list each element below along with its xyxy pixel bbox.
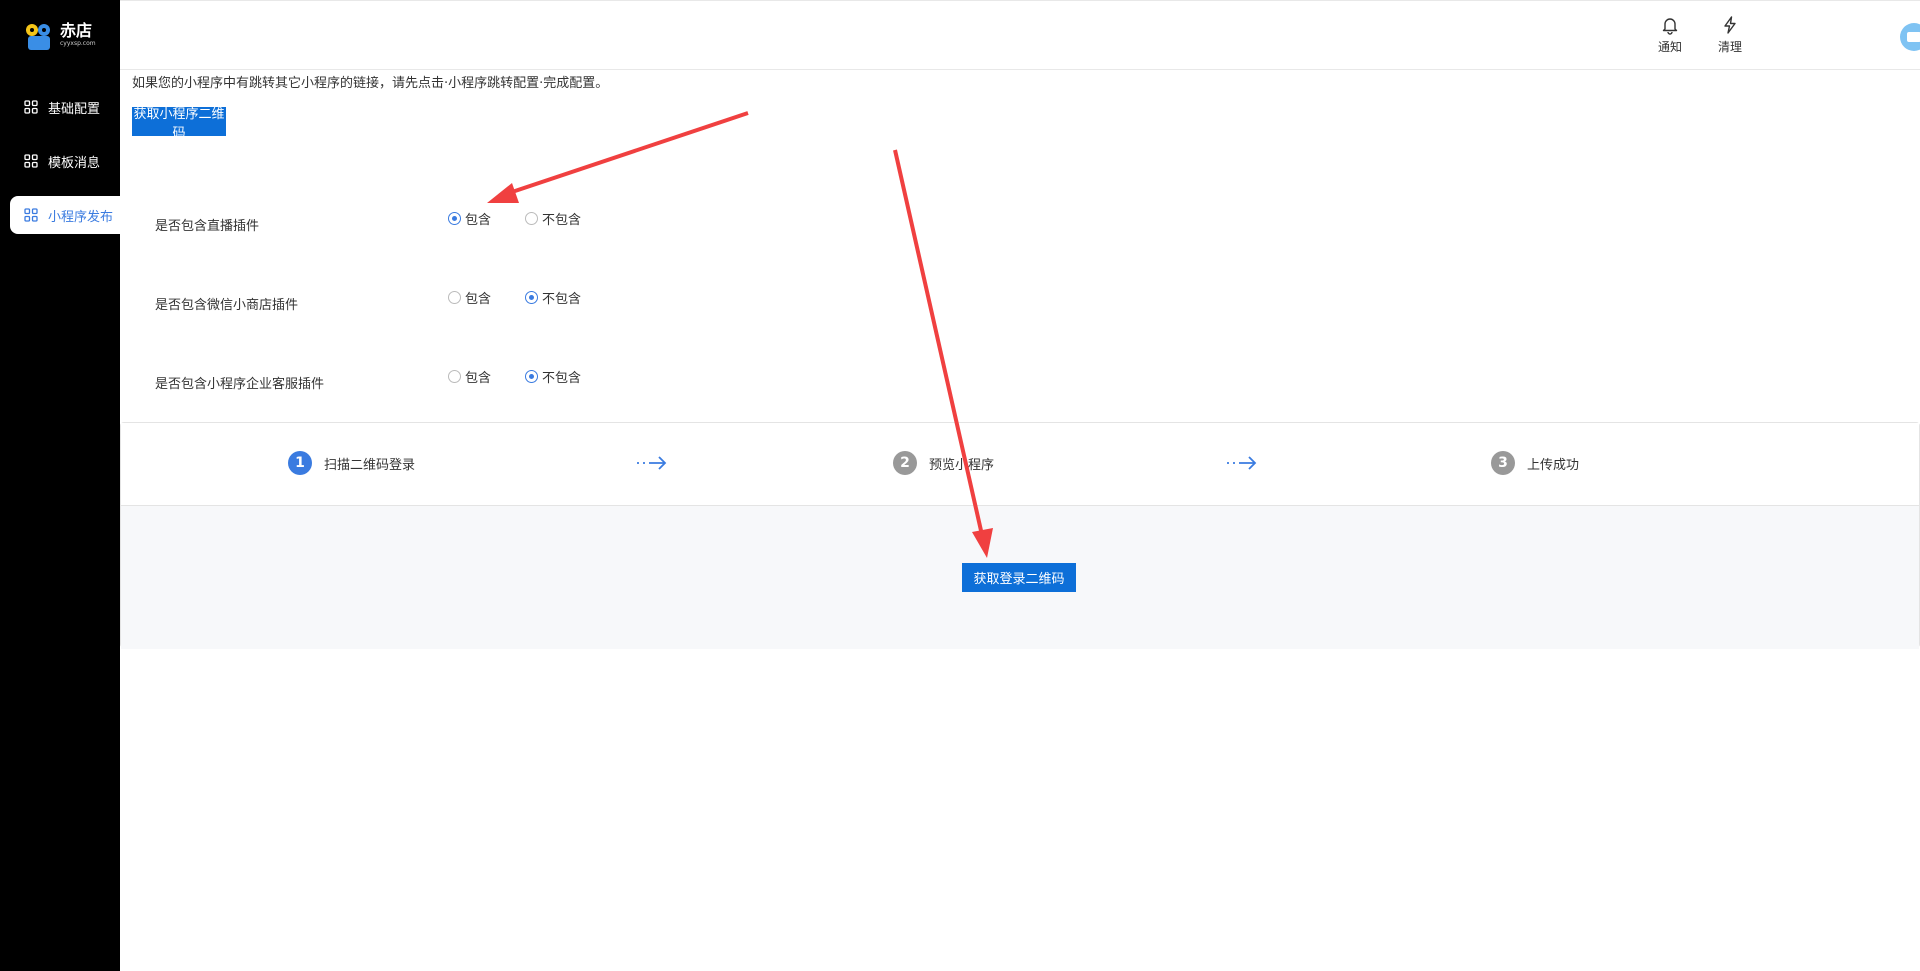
get-login-qr-button[interactable]: 获取登录二维码	[962, 563, 1076, 592]
top-header: 通知 清理 admin 管理员	[120, 0, 1920, 70]
option-row-enterprise-service-plugin: 是否包含小程序企业客服插件 包含 不包含	[155, 367, 755, 392]
sidebar: 赤店 cyyxsp.com 基础配置 模板消息 小程序发布	[0, 0, 120, 971]
radio-exclude[interactable]: 不包含	[525, 209, 581, 228]
annotation-arrow-1	[487, 111, 749, 203]
step-preview: 2 预览小程序	[893, 451, 994, 475]
clear-label: 清理	[1717, 40, 1742, 54]
bell-icon	[1662, 18, 1678, 35]
grid-icon	[24, 208, 38, 222]
step-upload-success: 3 上传成功	[1491, 451, 1579, 475]
sidebar-item-label: 基础配置	[48, 101, 101, 117]
logo[interactable]: 赤店 cyyxsp.com	[24, 18, 96, 52]
step-scan-login: 1 扫描二维码登录	[288, 451, 415, 475]
grid-icon	[24, 100, 38, 114]
option-row-live-plugin: 是否包含直播插件 包含 不包含	[155, 209, 755, 234]
avatar	[1900, 23, 1920, 51]
step-label: 上传成功	[1527, 457, 1580, 473]
sidebar-item-label: 小程序发布	[48, 209, 114, 225]
app: 赤店 cyyxsp.com 基础配置 模板消息 小程序发布 通知 清理 如果您的…	[0, 0, 1920, 971]
notify-button[interactable]: 通知	[1650, 15, 1690, 55]
sidebar-item-template-message[interactable]: 模板消息	[10, 142, 120, 180]
arrow-right-icon	[637, 456, 667, 470]
radio-include[interactable]: 包含	[448, 209, 491, 228]
arrow-right-icon	[1227, 456, 1257, 470]
lightning-icon	[1724, 16, 1736, 34]
jump-config-notice: 如果您的小程序中有跳转其它小程序的链接，请先点击·小程序跳转配置·完成配置。	[132, 76, 609, 91]
clear-button[interactable]: 清理	[1710, 15, 1750, 55]
option-label: 是否包含小程序企业客服插件	[155, 377, 325, 392]
radio-include[interactable]: 包含	[448, 288, 491, 307]
sidebar-item-label: 模板消息	[48, 155, 101, 171]
radio-exclude[interactable]: 不包含	[525, 367, 581, 386]
get-miniprogram-qr-button[interactable]: 获取小程序二维码	[132, 107, 226, 141]
step-number: 2	[893, 451, 917, 475]
step-number: 1	[288, 451, 312, 475]
user-menu[interactable]: admin 管理员	[1900, 21, 1920, 53]
grid-icon	[24, 154, 38, 168]
sidebar-item-miniprogram-publish[interactable]: 小程序发布	[10, 196, 120, 234]
option-label: 是否包含微信小商店插件	[155, 298, 299, 313]
step-number: 3	[1491, 451, 1515, 475]
step-label: 预览小程序	[929, 457, 995, 473]
logo-icon	[24, 18, 56, 52]
publish-steps-panel: 1 扫描二维码登录 2 预览小程序 3 上传成功	[120, 422, 1920, 649]
steps-bar: 1 扫描二维码登录 2 预览小程序 3 上传成功	[121, 423, 1919, 506]
step-label: 扫描二维码登录	[324, 457, 416, 473]
option-label: 是否包含直播插件	[155, 219, 260, 234]
sidebar-item-basic-config[interactable]: 基础配置	[10, 88, 120, 126]
logo-title: 赤店	[60, 21, 93, 40]
radio-include[interactable]: 包含	[448, 367, 491, 386]
option-row-wechat-shop-plugin: 是否包含微信小商店插件 包含 不包含	[155, 288, 755, 313]
logo-subtitle: cyyxsp.com	[60, 40, 96, 47]
radio-exclude[interactable]: 不包含	[525, 288, 581, 307]
notify-label: 通知	[1657, 40, 1682, 54]
